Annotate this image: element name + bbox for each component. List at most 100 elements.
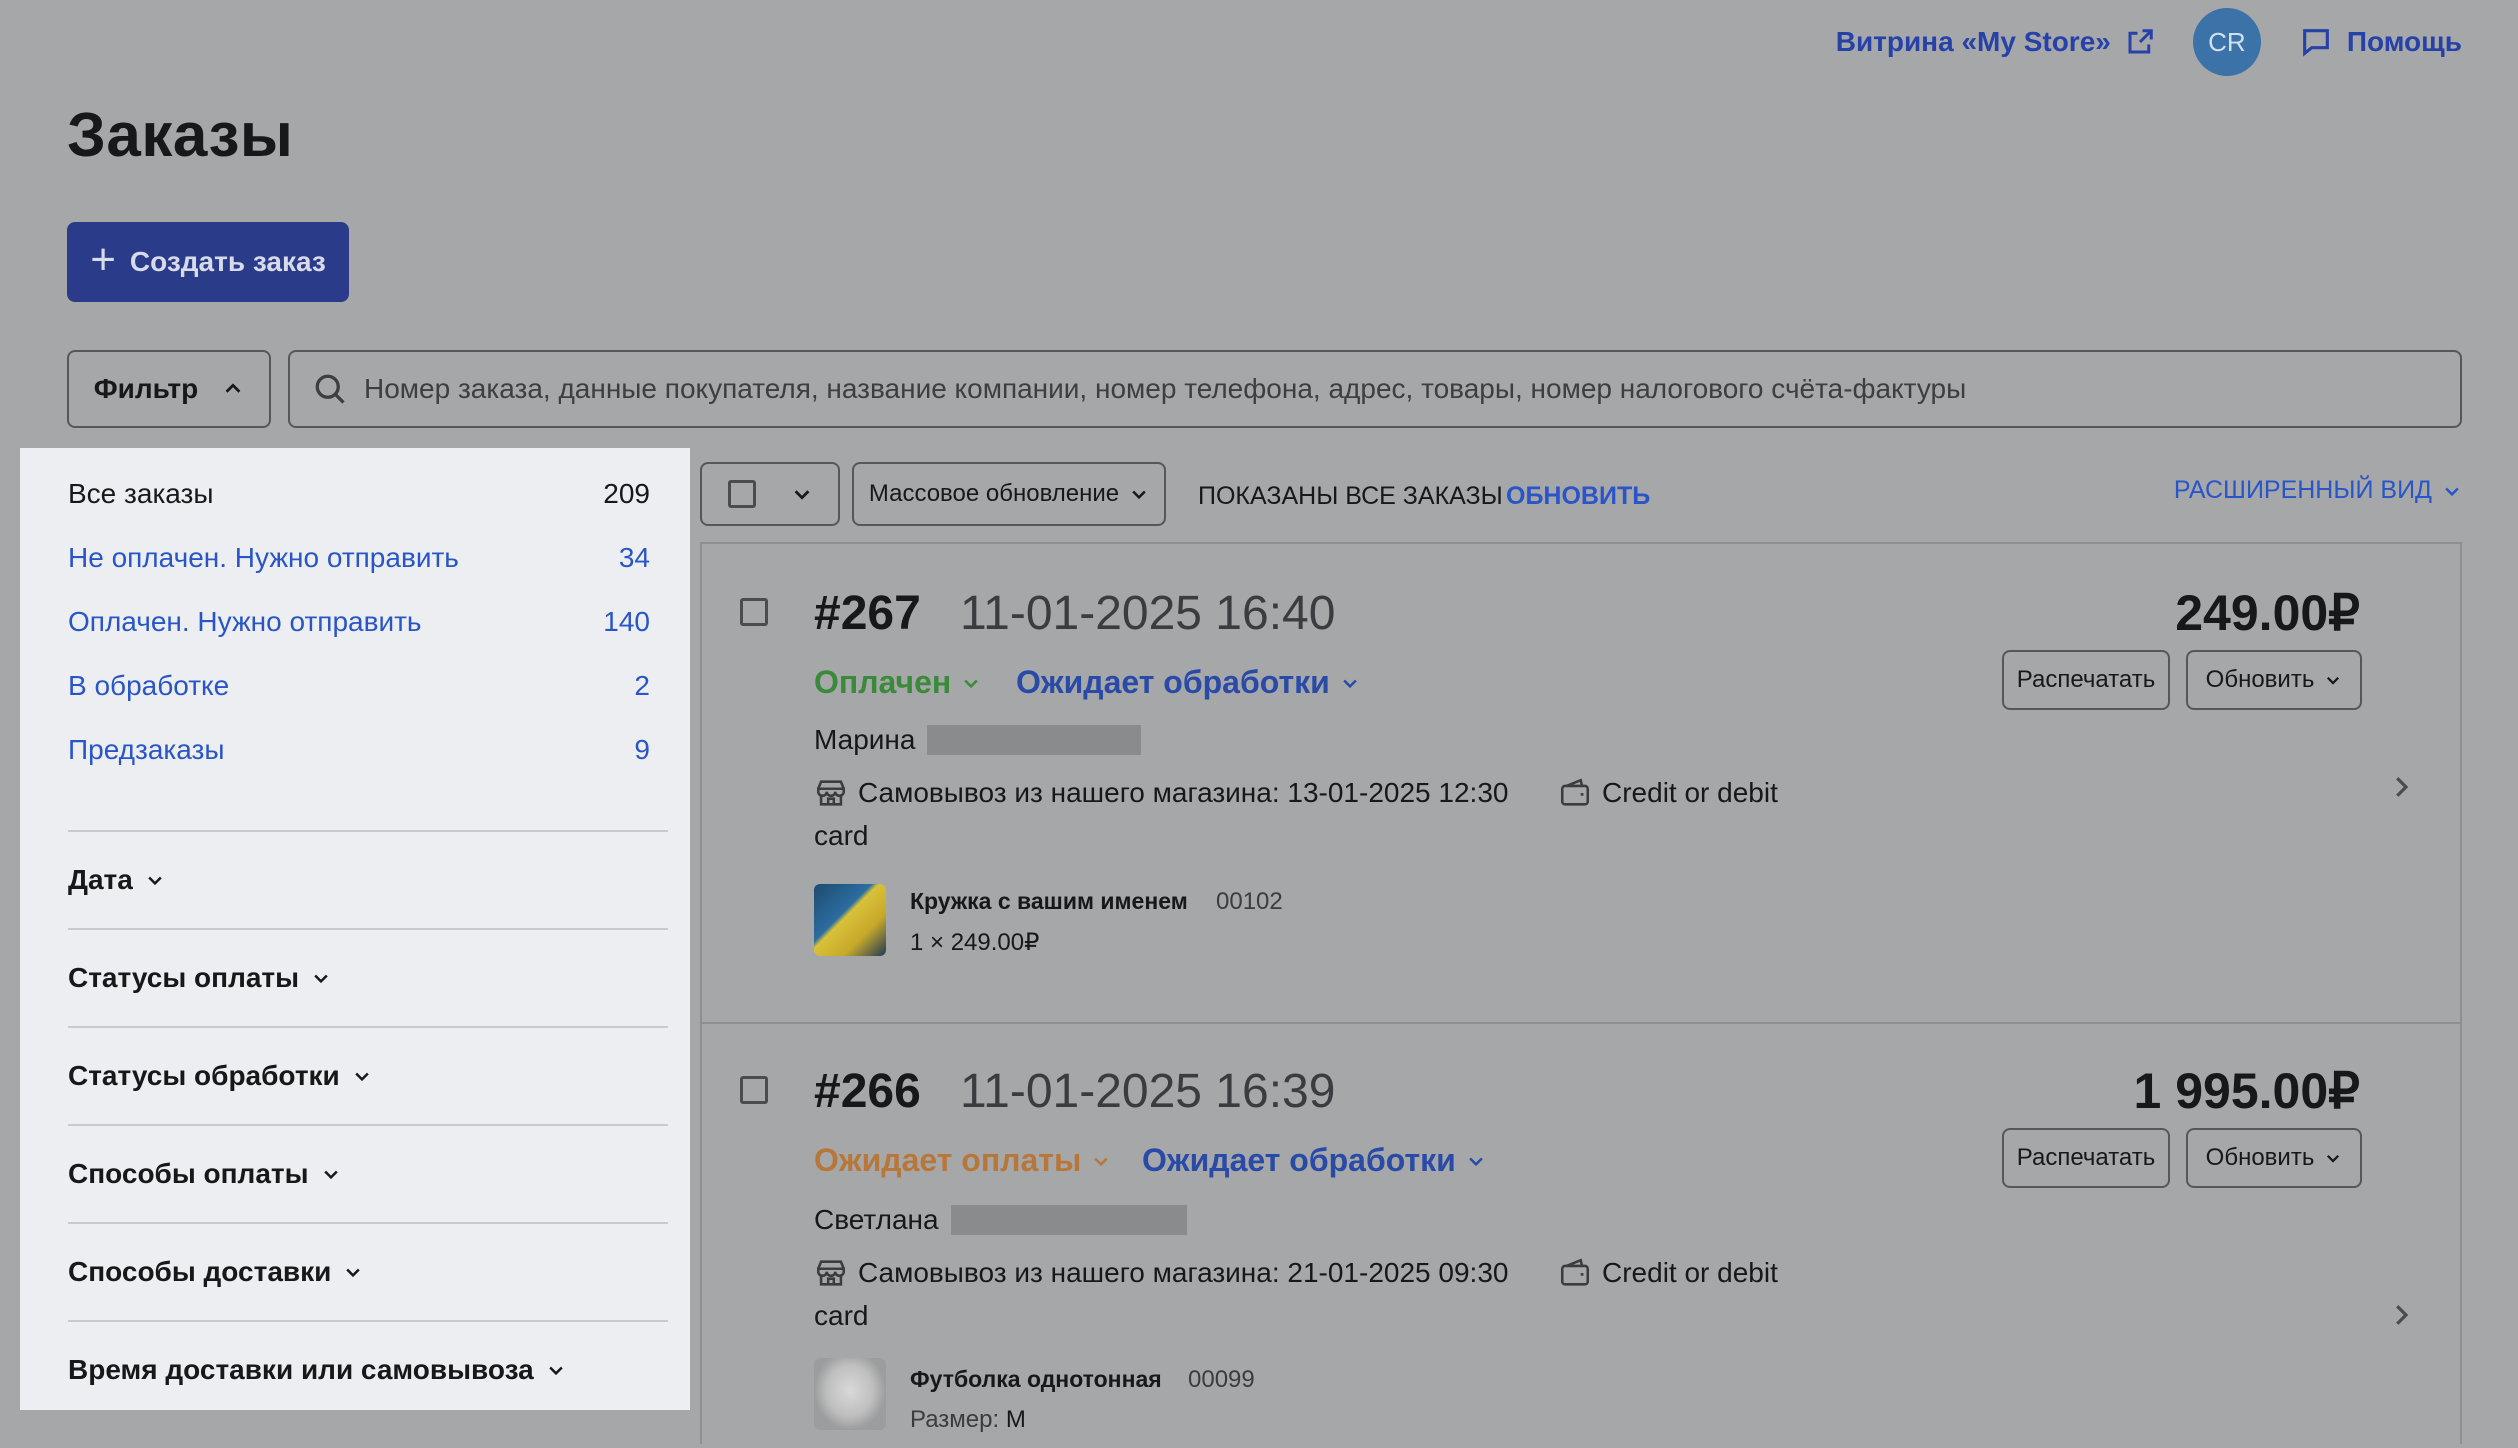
refresh-link[interactable]: ОБНОВИТЬ [1506, 482, 1650, 511]
status-label: Оплачен. Нужно отправить [68, 606, 422, 637]
plus-icon: + [90, 235, 116, 284]
payment-method: Credit or debit [1558, 1256, 1778, 1290]
product-thumbnail[interactable] [814, 884, 886, 956]
payment-method-text: Credit or debit [1602, 777, 1778, 808]
processing-status-label: Ожидает обработки [1016, 664, 1330, 700]
help-label: Помощь [2346, 26, 2462, 57]
status-preorders[interactable]: Предзаказы 9 [68, 734, 650, 766]
order-number[interactable]: #267 [814, 586, 921, 641]
payment-status-label: Ожидает оплаты [814, 1142, 1082, 1178]
status-all-orders[interactable]: Все заказы 209 [68, 478, 650, 510]
section-delivery-methods[interactable]: Способы доставки [68, 1256, 363, 1288]
section-label: Способы оплаты [68, 1158, 309, 1189]
status-processing[interactable]: В обработке 2 [68, 670, 650, 702]
order-datetime: 11-01-2025 16:40 [960, 587, 1336, 640]
chevron-down-icon [2327, 676, 2340, 685]
divider [68, 1124, 668, 1126]
wallet-icon [1560, 778, 1590, 806]
chevron-down-icon [323, 1170, 338, 1180]
advanced-view-toggle[interactable]: РАСШИРЕННЫЙ ВИД [2174, 476, 2462, 505]
status-label: Все заказы [68, 478, 214, 509]
product-thumbnail[interactable] [814, 1358, 886, 1430]
status-paid-to-ship[interactable]: Оплачен. Нужно отправить 140 [68, 606, 650, 638]
chevron-right-icon[interactable] [2386, 772, 2416, 802]
avatar[interactable]: CR [2192, 8, 2261, 76]
store-icon [816, 780, 846, 806]
section-processing-statuses[interactable]: Статусы обработки [68, 1060, 372, 1092]
advanced-view-label: РАСШИРЕННЫЙ ВИД [2173, 476, 2432, 504]
divider [68, 1026, 668, 1028]
chevron-down-icon [964, 679, 978, 688]
print-button[interactable]: Распечатать [2002, 1128, 2170, 1188]
delivery-info: Самовывоз из нашего магазина: 13-01-2025… [814, 776, 1508, 810]
payment-status-dropdown[interactable]: Ожидает оплаты [814, 1142, 1111, 1179]
section-label: Статусы обработки [68, 1060, 340, 1091]
section-label: Дата [68, 864, 133, 895]
storefront-link[interactable]: Витрина «My Store» [1836, 26, 2155, 58]
customer-name: Светлана [814, 1204, 1187, 1236]
payment-method-wrap: card [814, 820, 869, 851]
payment-status-label: Оплачен [814, 664, 952, 700]
order-search [288, 350, 2462, 428]
filter-label: Фильтр [93, 373, 199, 404]
search-icon [315, 374, 345, 404]
status-unpaid-to-ship[interactable]: Не оплачен. Нужно отправить 34 [68, 542, 650, 574]
variant-value: M [1005, 1406, 1026, 1433]
section-date[interactable]: Дата [68, 864, 165, 896]
customer-name-text: Марина [814, 724, 916, 755]
order-card[interactable]: #267 11-01-2025 16:40 Оплачен Ожидает об… [702, 544, 2460, 1022]
status-count: 2 [634, 670, 650, 701]
processing-status-dropdown[interactable]: Ожидает обработки [1016, 664, 1360, 701]
create-order-button[interactable]: + Создать заказ [67, 222, 349, 302]
payment-status-dropdown[interactable]: Оплачен [814, 664, 981, 701]
divider [68, 1320, 668, 1322]
delivery-text: Самовывоз из нашего магазина: 21-01-2025… [858, 1257, 1509, 1288]
chevron-down-icon [2327, 1154, 2340, 1163]
select-all-dropdown[interactable] [700, 462, 840, 526]
order-number[interactable]: #266 [814, 1064, 921, 1119]
order-price: 1 995.00₽ [2133, 1063, 2360, 1119]
update-button[interactable]: Обновить [2186, 1128, 2362, 1188]
chevron-down-icon [794, 490, 809, 500]
status-count: 140 [603, 606, 650, 637]
processing-status-dropdown[interactable]: Ожидает обработки [1142, 1142, 1486, 1179]
redacted-surname [950, 1205, 1187, 1235]
chevron-down-icon [548, 1366, 563, 1376]
chevron-right-icon[interactable] [2386, 1300, 2416, 1330]
product-name[interactable]: Кружка с вашим именем [910, 888, 1188, 915]
product-sku: 00099 [1188, 1366, 1255, 1393]
order-card[interactable]: #266 11-01-2025 16:39 Ожидает оплаты Ожи… [702, 1022, 2460, 1448]
update-button[interactable]: Обновить [2186, 650, 2362, 710]
product-name[interactable]: Футболка однотонная [910, 1366, 1162, 1393]
chevron-down-icon [346, 1268, 361, 1278]
order-checkbox[interactable] [740, 598, 768, 626]
chevron-down-icon [314, 974, 328, 984]
search-input[interactable] [362, 372, 2460, 406]
select-all-checkbox[interactable] [727, 480, 756, 508]
section-delivery-time[interactable]: Время доставки или самовывоза [68, 1354, 566, 1386]
status-label: Предзаказы [68, 734, 225, 765]
chevron-down-icon [2445, 487, 2459, 496]
chevron-down-icon [1469, 1157, 1483, 1166]
top-bar: Витрина «My Store» CR Помощь [1836, 0, 2462, 84]
chevron-up-icon [225, 383, 241, 393]
payment-method: Credit or debit [1558, 776, 1778, 810]
mass-update-button[interactable]: Массовое обновление [852, 462, 1166, 526]
payment-method-wrap: card [814, 1300, 869, 1331]
delivery-info: Самовывоз из нашего магазина: 21-01-2025… [814, 1256, 1508, 1290]
storefront-link-label: Витрина «My Store» [1835, 26, 2111, 57]
variant-label: Размер: [910, 1406, 1000, 1433]
update-label: Обновить [2205, 666, 2315, 693]
delivery-text: Самовывоз из нашего магазина: 13-01-2025… [858, 777, 1509, 808]
update-label: Обновить [2205, 1144, 2315, 1171]
order-checkbox[interactable] [740, 1076, 768, 1104]
section-payment-methods[interactable]: Способы оплаты [68, 1158, 341, 1190]
filter-toggle-button[interactable]: Фильтр [67, 350, 271, 428]
print-button[interactable]: Распечатать [2002, 650, 2170, 710]
page-title: Заказы [67, 101, 294, 170]
external-link-icon [2128, 29, 2153, 54]
section-payment-statuses[interactable]: Статусы оплаты [68, 962, 331, 994]
help-link[interactable]: Помощь [2299, 25, 2462, 59]
section-label: Время доставки или самовывоза [68, 1354, 534, 1385]
section-label: Способы доставки [68, 1256, 332, 1287]
